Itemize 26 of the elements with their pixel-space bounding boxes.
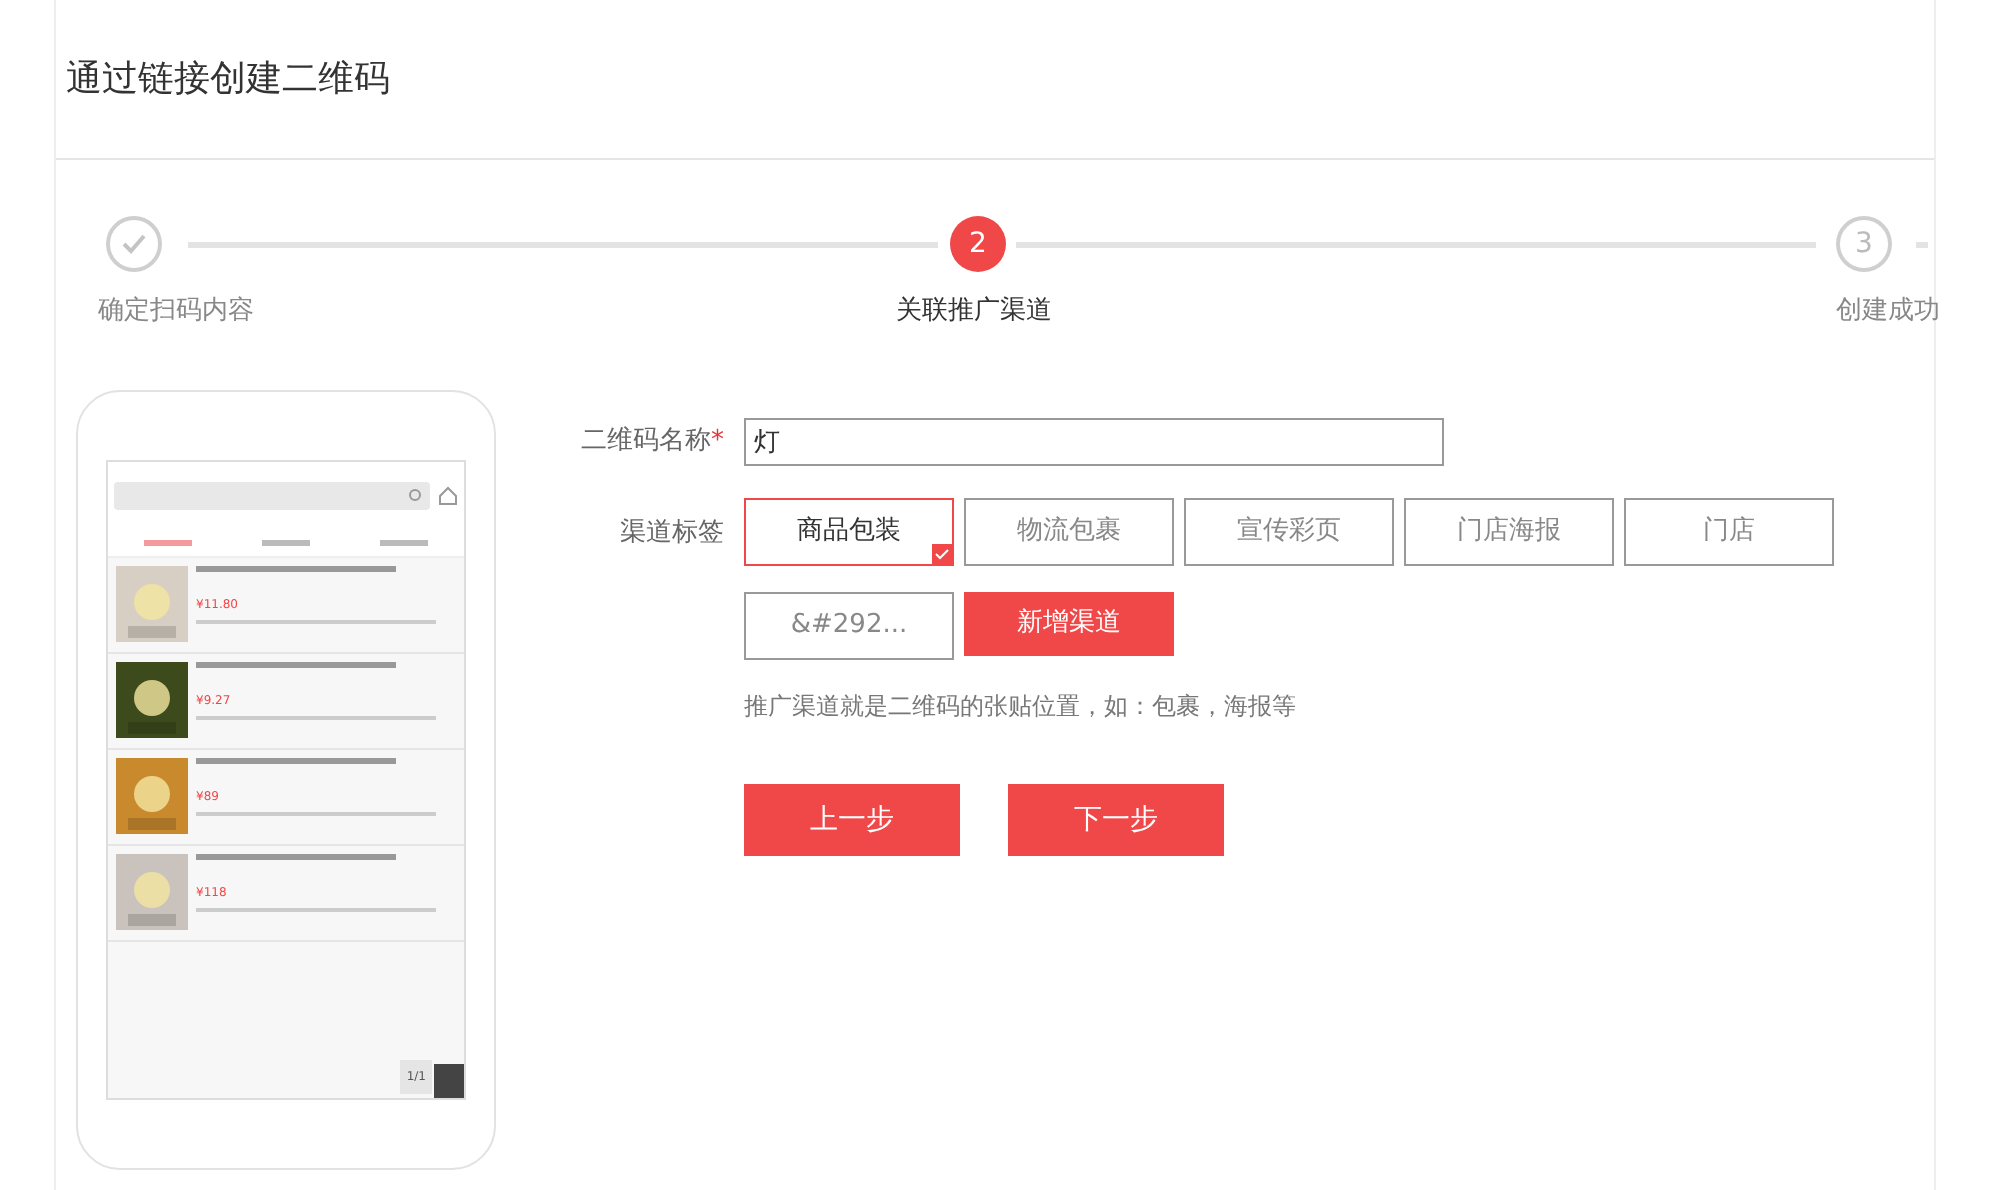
sort-tab[interactable] <box>380 540 429 546</box>
channel-tag[interactable]: 商品包装 <box>744 498 954 566</box>
home-icon[interactable] <box>438 486 458 506</box>
previous-button[interactable]: 上一步 <box>744 784 960 856</box>
hint-text: 推广渠道就是二维码的张贴位置，如：包裹，海报等 <box>744 690 1298 724</box>
channel-tag[interactable]: 物流包裹 <box>964 498 1174 566</box>
field-label: 二维码名称 <box>581 426 711 457</box>
channel-tag[interactable]: &#292... <box>744 592 954 660</box>
sort-tab[interactable] <box>261 540 310 546</box>
page-title: 通过链接创建二维码 <box>66 56 390 104</box>
search-icon <box>408 488 424 504</box>
step-label: 创建成功 <box>1836 294 1940 330</box>
next-button[interactable]: 下一步 <box>1008 784 1224 856</box>
search-field[interactable] <box>114 482 430 510</box>
sort-tab[interactable] <box>143 540 192 546</box>
add-channel-button[interactable]: 新增渠道 <box>964 592 1174 656</box>
step-label: 关联推广渠道 <box>896 294 1052 330</box>
field-label: 渠道标签 <box>620 518 724 548</box>
channel-tag[interactable]: 门店海报 <box>1404 498 1614 566</box>
input-field[interactable]: 灯 <box>744 418 1444 466</box>
step-label: 确定扫码内容 <box>98 294 254 330</box>
required-mark: * <box>711 426 724 457</box>
channel-tag[interactable]: 门店 <box>1624 498 1834 566</box>
step-number: 2 <box>950 216 1006 272</box>
channel-tag[interactable]: 宣传彩页 <box>1184 498 1394 566</box>
step-number: 3 <box>1836 216 1892 272</box>
